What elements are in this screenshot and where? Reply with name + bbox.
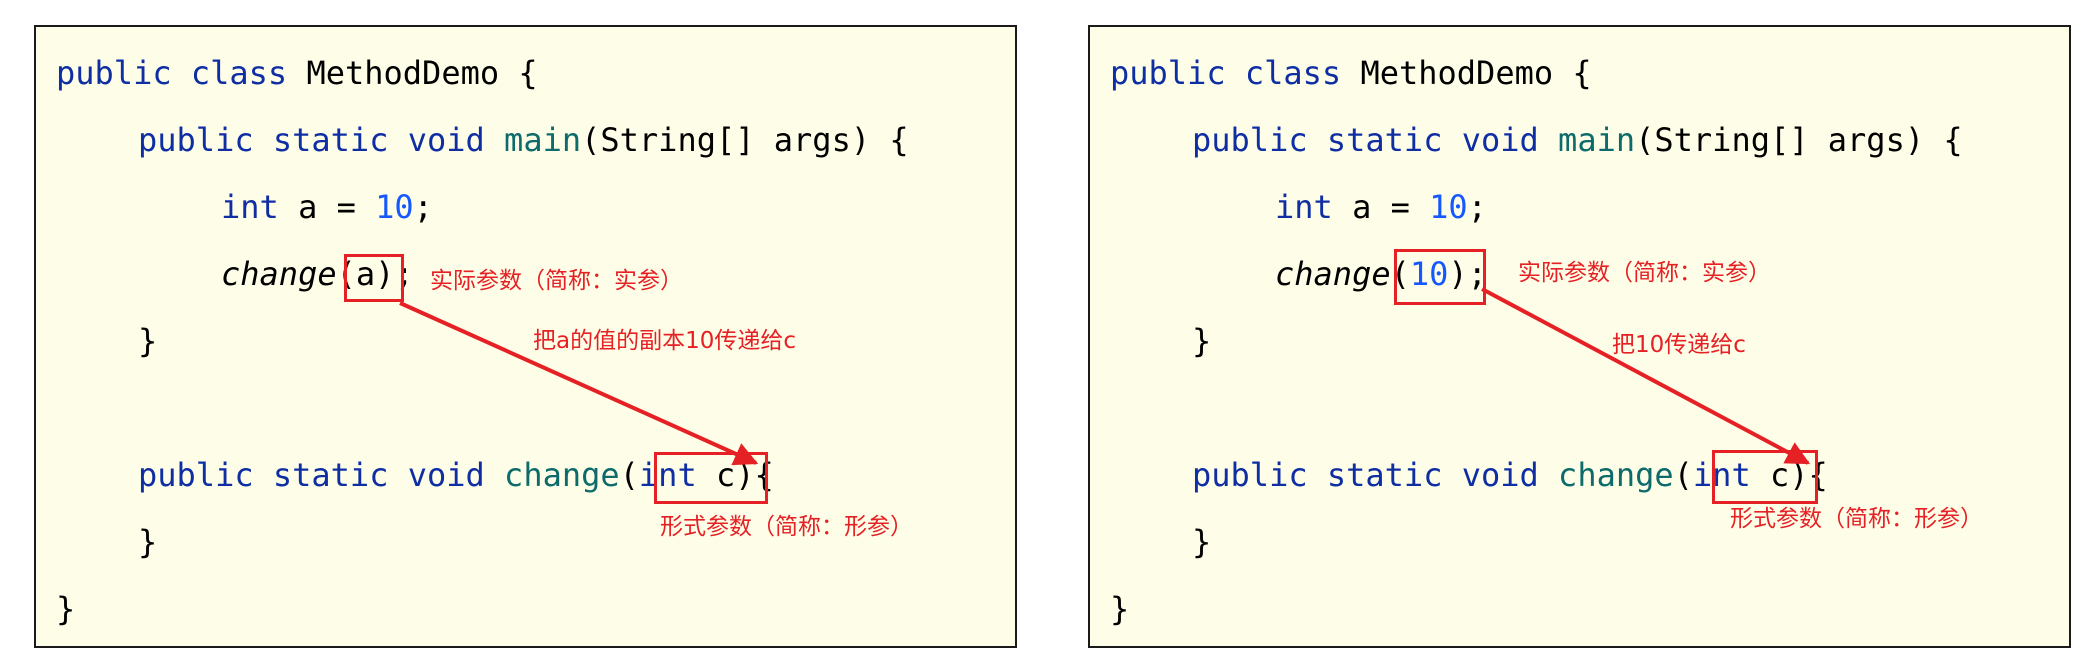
arrow-overlay: [399, 301, 759, 466]
pass-value-arrow: [1481, 287, 1811, 465]
code-panel-right: public class MethodDemo { public static …: [1088, 25, 2071, 648]
pass-value-arrow: [399, 301, 759, 466]
code-panel-left: public class MethodDemo { public static …: [34, 25, 1017, 648]
arrow-overlay: [1481, 287, 1811, 465]
